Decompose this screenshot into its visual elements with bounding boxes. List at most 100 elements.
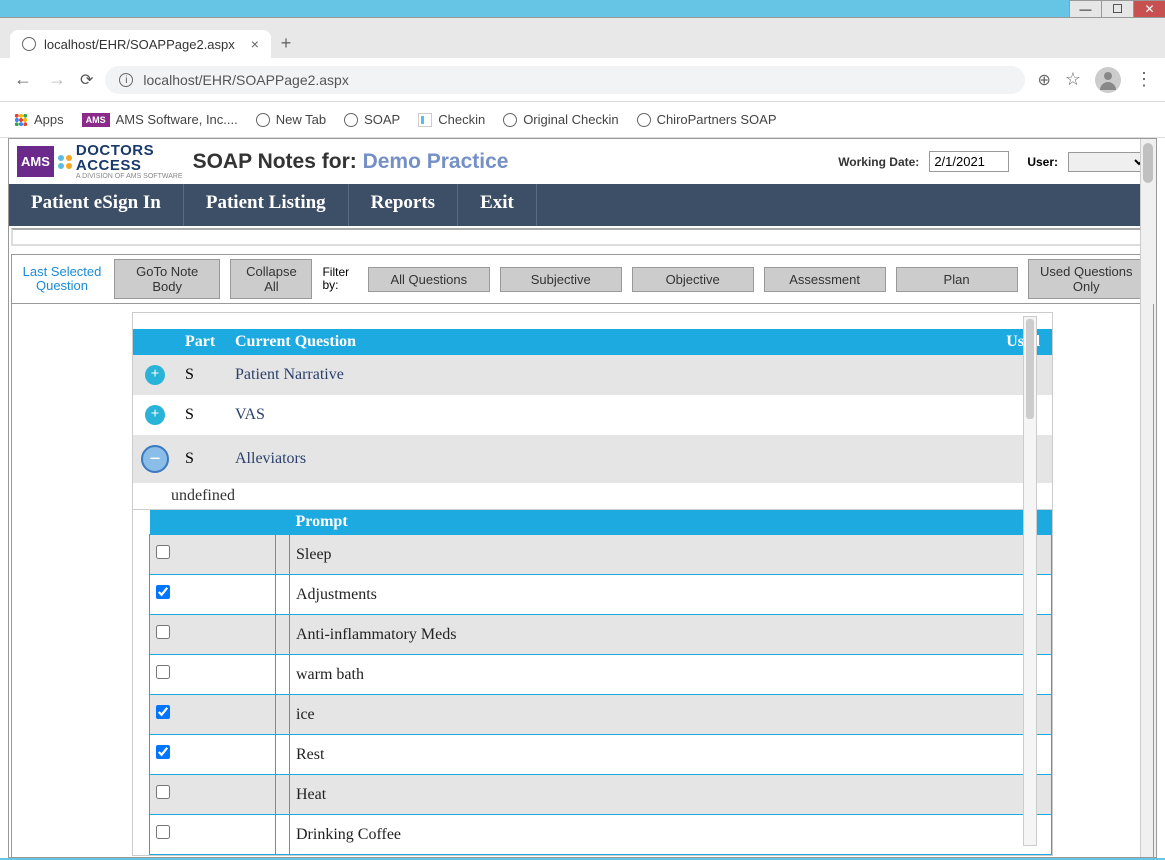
nav-patient-esign[interactable]: Patient eSign In: [9, 184, 184, 226]
prompt-checkbox[interactable]: [156, 585, 170, 599]
col-used-header: Used: [819, 329, 1052, 355]
window-controls: — ☐ ✕: [0, 0, 1165, 18]
last-selected-question-link[interactable]: Last Selected Question: [20, 265, 104, 294]
close-window-button[interactable]: ✕: [1133, 0, 1165, 18]
apps-button[interactable]: Apps: [14, 112, 64, 127]
prompt-label: Heat: [290, 775, 1052, 815]
url-text: localhost/EHR/SOAPPage2.aspx: [143, 72, 348, 88]
forward-button[interactable]: →: [46, 69, 68, 90]
user-select[interactable]: [1068, 152, 1148, 172]
prompt-row: Anti-inflammatory Meds: [150, 615, 1052, 655]
nav-patient-listing[interactable]: Patient Listing: [184, 184, 349, 226]
profile-icon[interactable]: [1095, 67, 1121, 93]
prompt-checkbox[interactable]: [156, 545, 170, 559]
question-row[interactable]: +SPatient Narrative: [133, 355, 1052, 395]
question-row[interactable]: + SVAS: [133, 395, 1052, 435]
back-button[interactable]: ←: [12, 69, 34, 90]
tab-title: localhost/EHR/SOAPPage2.aspx: [44, 37, 235, 52]
apps-grid-icon: [14, 113, 28, 127]
prompts-table: Prompt SleepAdjustmentsAnti-inflammatory…: [149, 510, 1052, 855]
divider-strip: [11, 228, 1154, 246]
globe-icon: [344, 113, 358, 127]
filter-assessment-button[interactable]: Assessment: [764, 267, 886, 292]
questions-table: Part Current Question Used +SPatient Nar…: [133, 329, 1052, 855]
question-text: Alleviators: [227, 435, 819, 483]
filter-by-label: Filter by:: [322, 266, 357, 292]
page-title: SOAP Notes for: Demo Practice: [193, 150, 509, 174]
prompt-row: Heat: [150, 775, 1052, 815]
undefined-label: undefined: [133, 483, 1052, 510]
prompt-row: Rest: [150, 735, 1052, 775]
question-part: S: [177, 435, 227, 483]
question-row[interactable]: −SAlleviators: [133, 435, 1052, 483]
content-scrollbar[interactable]: [1023, 316, 1037, 846]
prompt-row: Adjustments: [150, 575, 1052, 615]
prompt-label: Sleep: [290, 535, 1052, 575]
bookmark-newtab[interactable]: New Tab: [256, 112, 326, 127]
prompt-row: warm bath: [150, 655, 1052, 695]
expand-icon[interactable]: +: [145, 365, 165, 385]
ams-icon: AMS: [82, 113, 110, 127]
goto-note-body-button[interactable]: GoTo Note Body: [114, 259, 220, 299]
working-date-input[interactable]: [929, 151, 1009, 172]
collapse-icon[interactable]: −: [141, 445, 169, 473]
filter-subjective-button[interactable]: Subjective: [500, 267, 622, 292]
prompt-checkbox[interactable]: [156, 825, 170, 839]
used-questions-only-button[interactable]: Used Questions Only: [1028, 259, 1146, 299]
filter-objective-button[interactable]: Objective: [632, 267, 754, 292]
bookmark-original-checkin[interactable]: Original Checkin: [503, 112, 618, 127]
prompt-checkbox[interactable]: [156, 705, 170, 719]
working-date-label: Working Date:: [838, 155, 919, 169]
site-info-icon[interactable]: i: [119, 73, 133, 87]
filter-all-questions-button[interactable]: All Questions: [368, 267, 490, 292]
collapse-all-button[interactable]: Collapse All: [230, 259, 312, 299]
prompt-label: Rest: [290, 735, 1052, 775]
zoom-icon[interactable]: ⊕: [1037, 70, 1050, 90]
maximize-button[interactable]: ☐: [1101, 0, 1133, 18]
prompts-header-row: Prompt: [150, 510, 1052, 535]
prompt-row: Drinking Coffee: [150, 815, 1052, 855]
prompt-label: warm bath: [290, 655, 1052, 695]
questions-header-row: Part Current Question Used: [133, 329, 1052, 355]
globe-icon: [256, 113, 270, 127]
reload-button[interactable]: ⟳: [80, 70, 93, 90]
main-nav: Patient eSign In Patient Listing Reports…: [9, 184, 1156, 226]
prompt-label: Anti-inflammatory Meds: [290, 615, 1052, 655]
minimize-button[interactable]: —: [1069, 0, 1101, 18]
prompt-label: Drinking Coffee: [290, 815, 1052, 855]
bookmark-ams[interactable]: AMSAMS Software, Inc....: [82, 112, 238, 127]
nav-exit[interactable]: Exit: [458, 184, 537, 226]
bookmarks-bar: Apps AMSAMS Software, Inc.... New Tab SO…: [0, 102, 1165, 138]
col-part-header: Part: [177, 329, 227, 355]
nav-reports[interactable]: Reports: [349, 184, 458, 226]
globe-icon: [503, 113, 517, 127]
checkin-icon: [418, 113, 432, 127]
bookmark-checkin[interactable]: Checkin: [418, 112, 485, 127]
expand-icon[interactable]: +: [145, 405, 165, 425]
question-part: S: [177, 395, 227, 435]
prompt-checkbox[interactable]: [156, 625, 170, 639]
globe-icon: [637, 113, 651, 127]
prompt-label: Adjustments: [290, 575, 1052, 615]
menu-icon[interactable]: ⋮: [1135, 69, 1153, 90]
user-label: User:: [1027, 155, 1058, 169]
new-tab-button[interactable]: +: [271, 29, 301, 58]
bookmark-chiro[interactable]: ChiroPartners SOAP: [637, 112, 777, 127]
col-prompt-header: Prompt: [290, 510, 1052, 535]
prompt-checkbox[interactable]: [156, 665, 170, 679]
prompt-row: ice: [150, 695, 1052, 735]
question-text: VAS: [227, 395, 819, 435]
prompt-checkbox[interactable]: [156, 745, 170, 759]
bookmark-soap[interactable]: SOAP: [344, 112, 400, 127]
filter-plan-button[interactable]: Plan: [896, 267, 1018, 292]
prompt-row: Sleep: [150, 535, 1052, 575]
address-bar[interactable]: i localhost/EHR/SOAPPage2.aspx: [105, 66, 1025, 94]
prompt-checkbox[interactable]: [156, 785, 170, 799]
globe-icon: [22, 37, 36, 51]
tab-close-icon[interactable]: ×: [251, 36, 259, 52]
browser-tab-strip: localhost/EHR/SOAPPage2.aspx × +: [0, 18, 1165, 58]
browser-tab[interactable]: localhost/EHR/SOAPPage2.aspx ×: [10, 30, 271, 58]
col-current-question-header: Current Question: [227, 329, 819, 355]
bookmark-star-icon[interactable]: ☆: [1065, 69, 1081, 90]
logo-ams-badge: AMS: [17, 146, 54, 177]
